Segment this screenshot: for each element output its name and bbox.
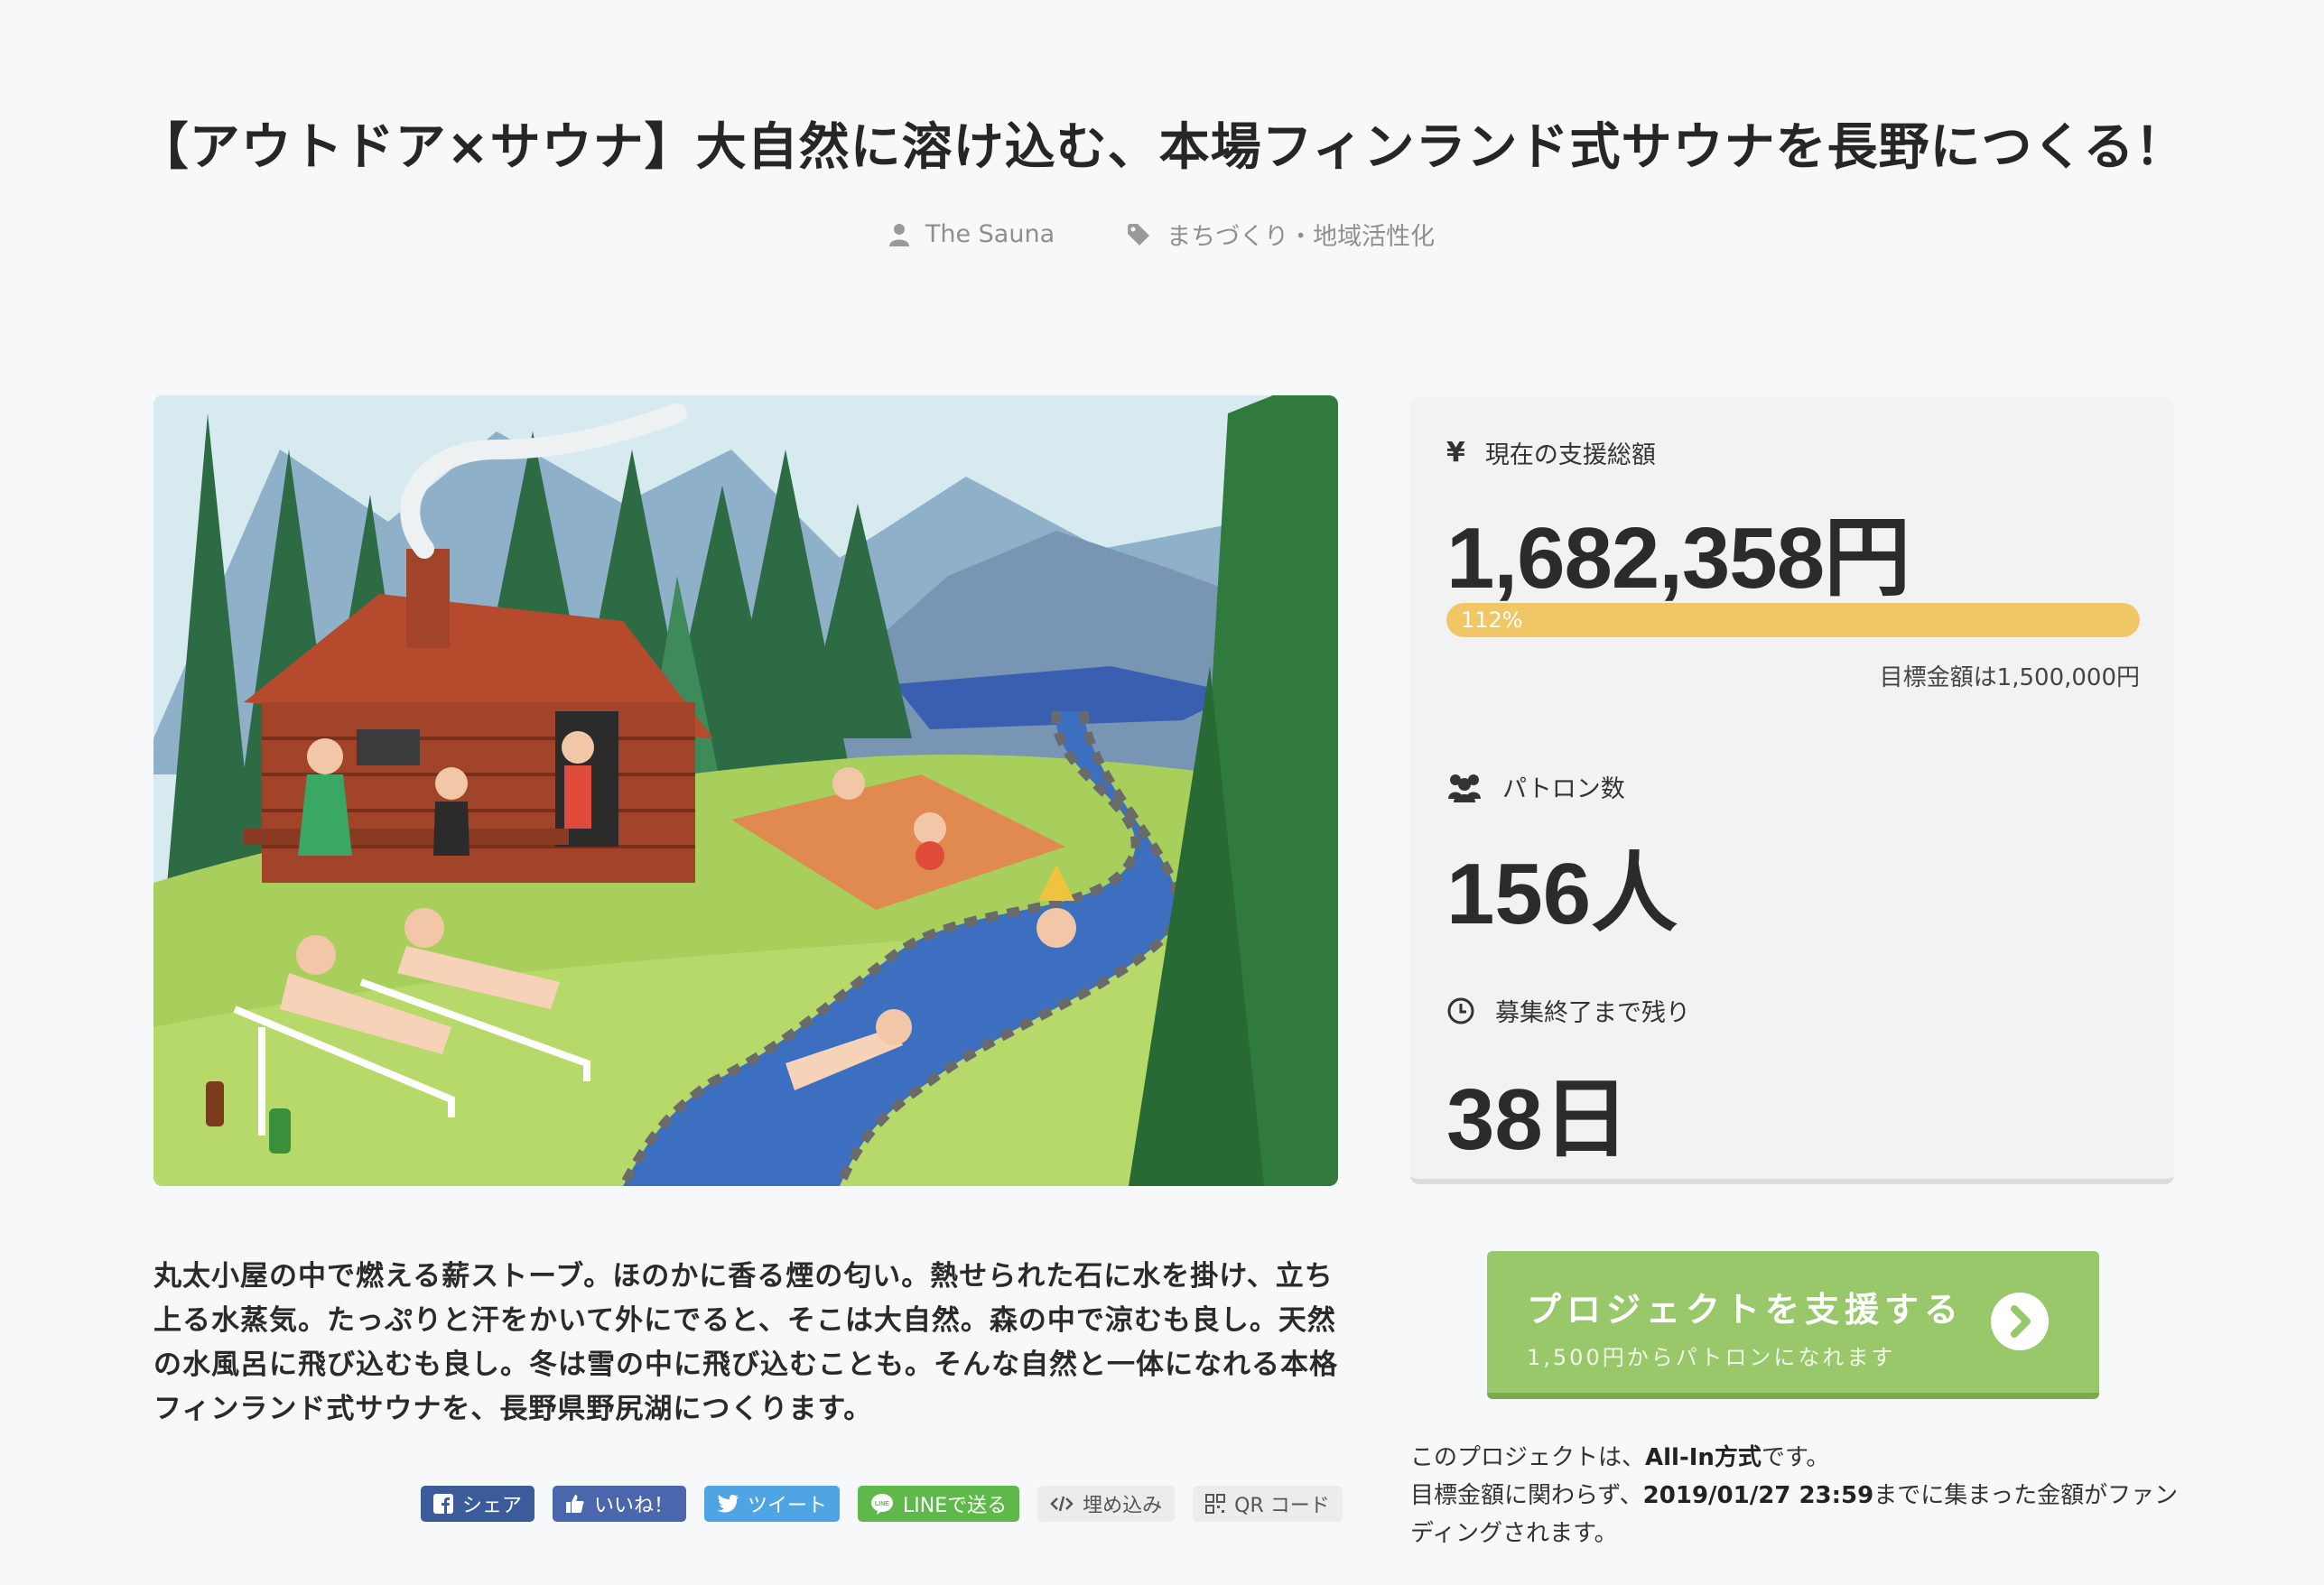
project-description: 丸太小屋の中で燃える薪ストーブ。ほのかに香る煙の匂い。熱せられた石に水を掛け、立… [153, 1260, 1338, 1425]
patrons-label: パトロン数 [1502, 775, 1625, 803]
tweet-button[interactable]: ツイート [704, 1486, 841, 1522]
owner-link[interactable]: The Sauna [888, 217, 1055, 252]
svg-text:LINE: LINE [875, 1501, 889, 1507]
deadline: 2019/01/27 23:59 [1642, 1482, 1874, 1509]
chevron-right-icon [1991, 1293, 2049, 1350]
patrons-value: 156人 [1446, 846, 1678, 942]
embed-button[interactable]: 埋め込み [1037, 1486, 1176, 1522]
support-button-title: プロジェクトを支援する [1527, 1290, 1965, 1330]
funding-stats-panel: ¥ 現在の支援総額 1,682,358円 112% 目標金額は1,500,000… [1410, 397, 2174, 1184]
facebook-like-button[interactable]: いいね！ [553, 1486, 687, 1522]
qr-code-label: QR コード [1234, 1495, 1330, 1517]
line-share-label: LINEで送る [903, 1495, 1008, 1517]
goal-amount: 目標金額は1,500,000円 [1879, 664, 2140, 691]
thumbs-up-icon [566, 1495, 584, 1513]
tweet-label: ツイート [748, 1495, 828, 1517]
note-line-2: 目標金額に関わらず、2019/01/27 23:59までに集まった金額がファンデ… [1410, 1477, 2187, 1553]
line-share-button[interactable]: LINE LINEで送る [858, 1486, 1020, 1522]
project-meta: The Sauna まちづくり・地域活性化 [0, 217, 2324, 252]
page-title: 【アウトドア×サウナ】大自然に溶け込む、本場フィンランド式サウナを長野につくる！ [137, 118, 2187, 177]
funding-progress-fill: 112% [1446, 603, 2140, 637]
remaining-label: 募集終了まで残り [1495, 999, 1690, 1027]
note-line-1-suffix: です。 [1761, 1444, 1830, 1471]
twitter-icon [717, 1495, 739, 1513]
share-buttons: シェア いいね！ ツイート LINE LINEで送る 埋め込み QR コード [421, 1486, 1343, 1522]
remaining-label-row: 募集終了まで残り [1446, 993, 1690, 1028]
support-project-button[interactable]: プロジェクトを支援する 1,500円からパトロンになれます [1487, 1251, 2099, 1399]
qr-code-button[interactable]: QR コード [1193, 1486, 1343, 1522]
facebook-icon [433, 1494, 453, 1514]
patrons-label-row: パトロン数 [1446, 769, 1625, 804]
tag-icon [1128, 223, 1150, 246]
note-line-1-prefix: このプロジェクトは、 [1410, 1444, 1646, 1471]
progress-percent: 112% [1461, 607, 1523, 633]
support-button-subtitle: 1,500円からパトロンになれます [1527, 1345, 1896, 1370]
user-icon [888, 223, 909, 246]
funding-progress-bar: 112% [1446, 603, 2140, 637]
category-name: まちづくり・地域活性化 [1167, 223, 1436, 251]
code-icon [1050, 1496, 1074, 1512]
funding-method: All-In方式 [1645, 1444, 1762, 1471]
category-link[interactable]: まちづくり・地域活性化 [1127, 217, 1435, 252]
group-icon [1448, 774, 1481, 802]
note-line-1: このプロジェクトは、All-In方式です。 [1410, 1439, 2187, 1477]
facebook-like-label: いいね！ [594, 1495, 674, 1517]
facebook-share-label: シェア [462, 1495, 523, 1517]
amount-label-row: ¥ 現在の支援総額 [1446, 435, 1656, 470]
qr-code-icon [1205, 1494, 1226, 1514]
facebook-share-button[interactable]: シェア [421, 1486, 535, 1522]
remaining-value: 38日 [1446, 1071, 1630, 1168]
amount-label: 現在の支援総額 [1484, 441, 1656, 469]
clock-icon [1447, 997, 1474, 1024]
embed-label: 埋め込み [1083, 1495, 1163, 1517]
yen-icon: ¥ [1446, 437, 1465, 468]
note-line-2-prefix: 目標金額に関わらず、 [1410, 1482, 1643, 1509]
all-in-note: このプロジェクトは、All-In方式です。 目標金額に関わらず、2019/01/… [1410, 1439, 2187, 1553]
line-icon: LINE [871, 1494, 894, 1515]
amount-value: 1,682,358円 [1446, 510, 1910, 607]
owner-name: The Sauna [925, 220, 1055, 248]
project-hero-image [153, 395, 1338, 1186]
